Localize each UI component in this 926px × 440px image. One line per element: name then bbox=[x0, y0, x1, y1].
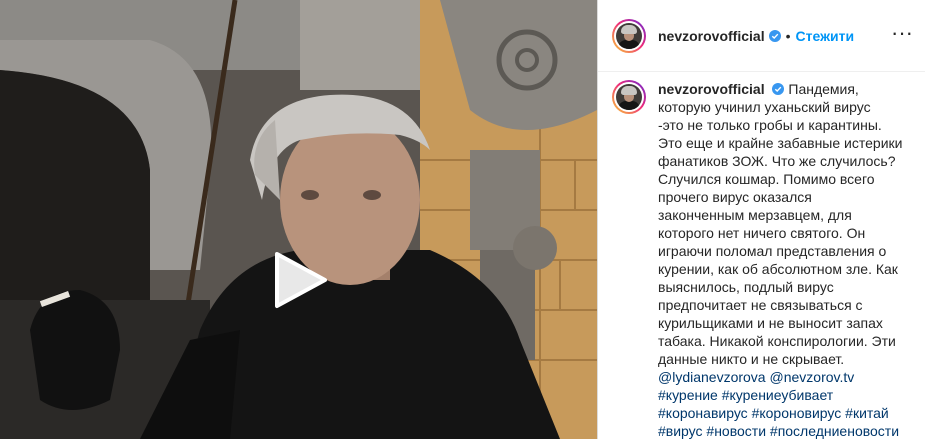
avatar-border bbox=[614, 20, 644, 51]
caption-avatar[interactable] bbox=[612, 80, 646, 114]
play-icon bbox=[275, 252, 327, 308]
caption-line: курении, как об абсолютном зле. Как bbox=[658, 261, 898, 277]
verified-badge-icon bbox=[772, 83, 785, 95]
hashtag-link[interactable]: #последниеновости bbox=[770, 423, 899, 439]
caption-username[interactable]: nevzorovofficial bbox=[658, 81, 765, 97]
hashtag-line: #вирус #новости #последниеновости bbox=[658, 422, 913, 440]
caption-line: выяснилось, подлый вирус bbox=[658, 279, 834, 295]
hashtag-link[interactable]: #курениеубивает bbox=[722, 387, 833, 403]
hashtag-line: #курение #курениеубивает bbox=[658, 386, 913, 404]
post-header: nevzorovofficial • Стежити ··· bbox=[598, 0, 925, 72]
hashtag-line: #коронавирус #короновирус #китай bbox=[658, 404, 913, 422]
separator-dot: • bbox=[785, 27, 791, 44]
hashtag-link[interactable]: #курение bbox=[658, 387, 718, 403]
verified-badge-icon bbox=[768, 29, 781, 42]
hashtag-link[interactable]: #коронавирус bbox=[658, 405, 748, 421]
post-video[interactable] bbox=[0, 0, 597, 439]
caption-line: Это еще и крайне забавные истерики bbox=[658, 135, 903, 151]
caption-line: играючи поломал представления о bbox=[658, 243, 887, 259]
hashtag-link[interactable]: #новости bbox=[706, 423, 766, 439]
follow-button[interactable]: Стежити bbox=[796, 28, 855, 44]
caption-line: табака. Никакой конспирологии. Эти bbox=[658, 333, 896, 349]
caption-avatar-image bbox=[616, 84, 642, 110]
mentions-line: @lydianevzorova @nevzorov.tv bbox=[658, 368, 913, 386]
caption-line-text: Пандемия, bbox=[788, 81, 859, 97]
hashtag-link[interactable]: #китай bbox=[845, 405, 889, 421]
caption-line: прочего вирус оказался bbox=[658, 189, 812, 205]
caption-line: законченным мерзавцем, для bbox=[658, 207, 852, 223]
caption-line: курильщиками и не выносит запах bbox=[658, 315, 883, 331]
post-side-panel: nevzorovofficial • Стежити ··· nevzorovo… bbox=[597, 0, 925, 439]
caption-line: которого нет ничего святого. Он bbox=[658, 225, 866, 241]
caption-avatar-border bbox=[614, 82, 644, 112]
video-frame-image bbox=[0, 0, 597, 439]
caption-line: -это не только гробы и карантины. bbox=[658, 117, 882, 133]
caption-text: nevzorovofficial Пандемия, которую учини… bbox=[658, 80, 913, 440]
avatar[interactable] bbox=[612, 18, 646, 53]
mention-link[interactable]: @nevzorov.tv bbox=[770, 369, 855, 385]
caption-line: nevzorovofficial Пандемия, bbox=[658, 80, 913, 98]
instagram-post: nevzorovofficial • Стежити ··· nevzorovo… bbox=[0, 0, 926, 439]
hashtag-link[interactable]: #короновирус bbox=[752, 405, 842, 421]
hashtag-link[interactable]: #вирус bbox=[658, 423, 703, 439]
mention-link[interactable]: @lydianevzorova bbox=[658, 369, 766, 385]
caption-line: данные никто и не скрывает. bbox=[658, 351, 845, 367]
caption-block: nevzorovofficial Пандемия, которую учини… bbox=[598, 72, 925, 440]
caption-line: фанатиков ЗОЖ. Что же случилось? bbox=[658, 153, 896, 169]
caption-line: которую учинил уханьский вирус bbox=[658, 99, 871, 115]
play-button[interactable] bbox=[267, 248, 331, 312]
caption-line: Случился кошмар. Помимо всего bbox=[658, 171, 875, 187]
header-username[interactable]: nevzorovofficial bbox=[658, 28, 765, 44]
caption-line: предпочитает не связываться с bbox=[658, 297, 863, 313]
avatar-image bbox=[616, 22, 642, 49]
more-options-icon[interactable]: ··· bbox=[891, 22, 913, 44]
